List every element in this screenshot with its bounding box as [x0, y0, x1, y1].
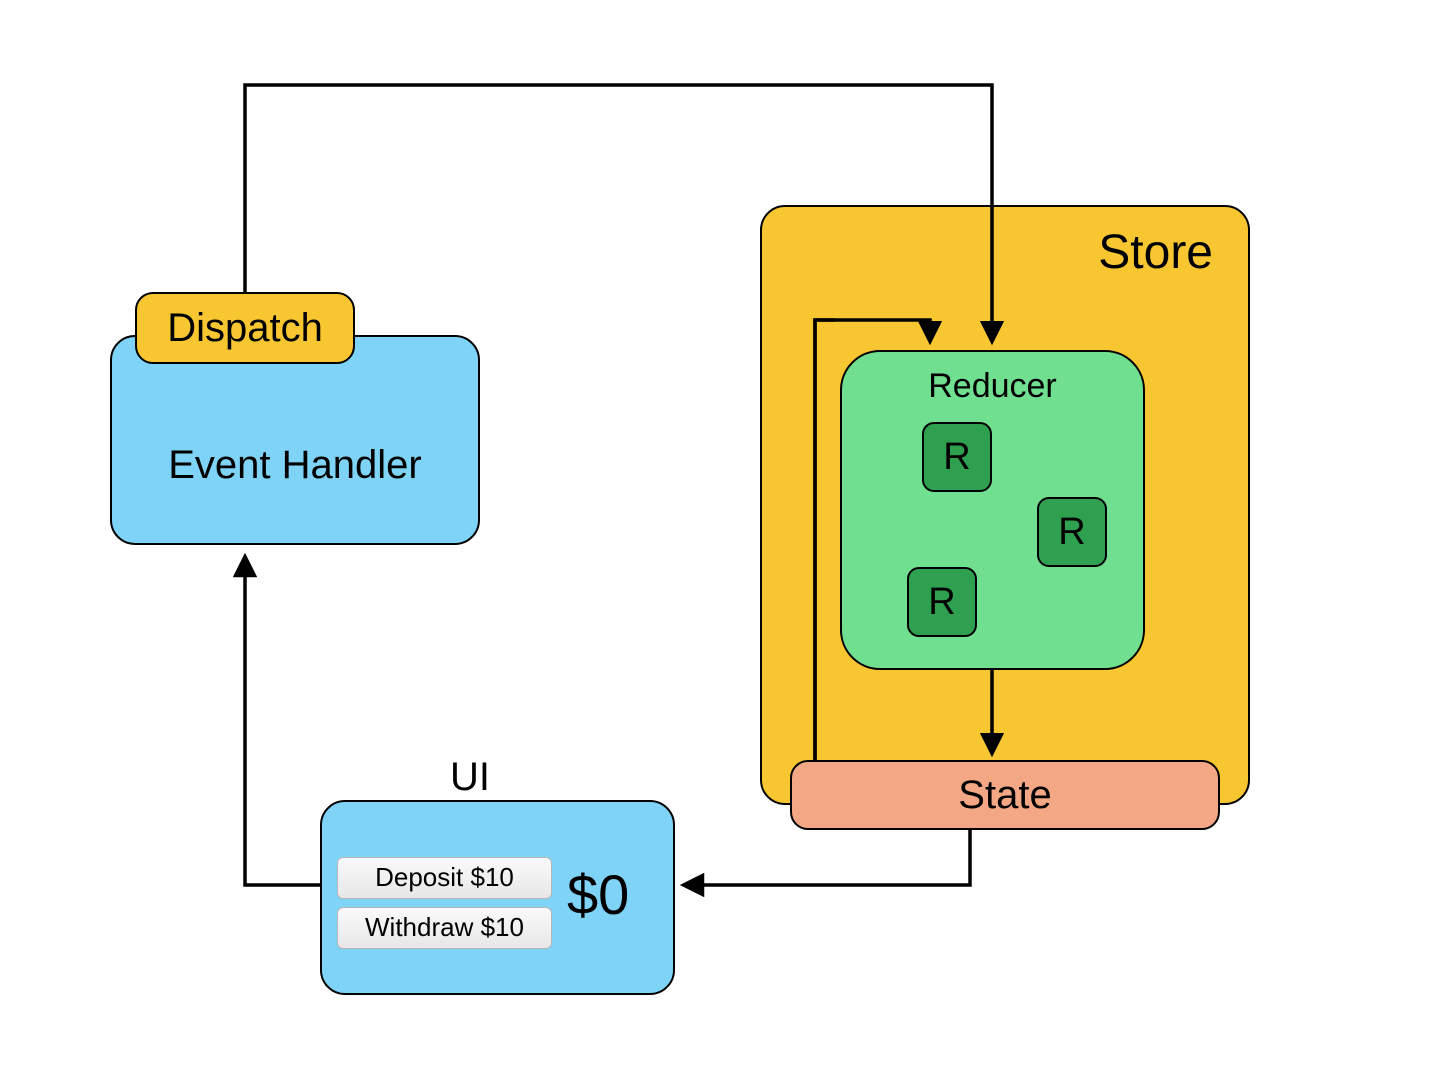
reducer-box: Reducer R R R [840, 350, 1145, 670]
withdraw-button[interactable]: Withdraw $10 [337, 907, 552, 949]
state-box: State [790, 760, 1220, 830]
ui-title: UI [450, 755, 490, 800]
balance-display: $0 [567, 862, 629, 927]
event-handler-label: Event Handler [168, 443, 421, 488]
reducer-chip: R [922, 422, 992, 492]
event-handler-box: Event Handler [110, 335, 480, 545]
dispatch-box: Dispatch [135, 292, 355, 364]
reducer-label: Reducer [842, 367, 1143, 406]
state-label: State [958, 773, 1051, 818]
store-label: Store [1098, 225, 1213, 280]
reducer-chip: R [1037, 497, 1107, 567]
ui-box: Deposit $10 Withdraw $10 $0 [320, 800, 675, 995]
reducer-chip: R [907, 567, 977, 637]
dispatch-label: Dispatch [167, 306, 323, 351]
deposit-button[interactable]: Deposit $10 [337, 857, 552, 899]
